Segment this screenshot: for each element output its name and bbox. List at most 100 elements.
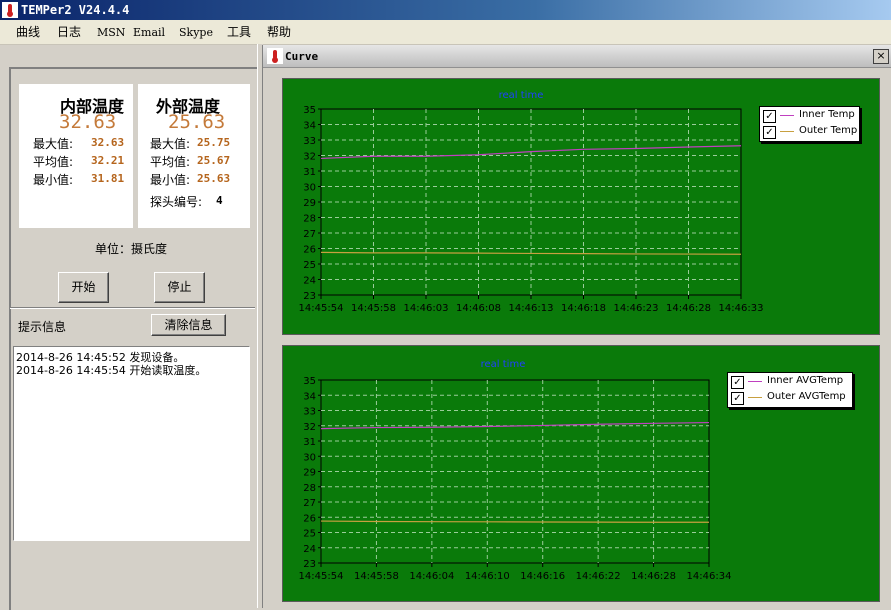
series-line [320,520,709,523]
legend-label: Outer AVGTemp [767,391,846,402]
menu-log[interactable]: 日志 [57,24,81,40]
unit-label: 单位：摄氏度 [95,242,168,256]
menu-help[interactable]: 帮助 [267,24,291,40]
y-tick-label: 34 [303,391,316,402]
curve-app-icon [267,48,283,64]
y-tick-label: 28 [303,214,316,225]
x-tick-label: 14:46:33 [719,303,764,314]
y-tick-label: 32 [303,152,316,163]
y-tick-label: 23 [303,559,316,570]
realtime-legend: ✓ Inner Temp ✓ Outer Temp [759,106,860,142]
y-tick-label: 29 [303,468,316,479]
legend-label: Inner Temp [799,109,855,120]
realtime-chart-panel: real time 23 24 25 26 27 28 29 30 31 32 33 34 35 14:45… [282,78,880,335]
y-tick-label: 31 [303,437,316,448]
y-tick-label: 25 [303,260,316,271]
menu-skype[interactable]: Skype [179,25,213,41]
outer-temp-card: 外部温度 25.63 最大值: 25.75 平均值: 25.67 最小值: 25… [138,84,250,228]
y-tick-label: 28 [303,483,316,494]
y-tick-label: 24 [303,276,316,287]
x-tick-label: 14:46:10 [465,571,510,582]
average-chart-panel: real time 23 24 25 26 27 28 29 30 31 32 33 34 35 14:45… [282,345,880,602]
inner-avg-value: 32.21 [91,154,125,167]
y-tick-label: 27 [303,229,316,240]
y-tick-label: 30 [303,452,316,463]
x-tick-label: 14:46:13 [509,303,554,314]
inner-temp-current: 32.63 [59,111,117,133]
y-tick-label: 23 [303,291,316,302]
curve-window-title: Curve [285,50,319,63]
inner-max-label: 最大值: [33,137,74,151]
checkbox-checked-icon[interactable]: ✓ [731,376,744,389]
x-tick-label: 14:46:22 [576,571,621,582]
y-tick-label: 34 [303,121,316,132]
outer-avg-label: 平均值: [150,155,191,169]
clear-log-button[interactable]: 清除信息 [151,314,226,336]
checkbox-checked-icon[interactable]: ✓ [763,126,776,139]
y-tick-label: 35 [303,376,316,387]
y-tick-label: 27 [303,498,316,509]
legend-swatch [748,397,762,398]
outer-temp-current: 25.63 [168,111,226,133]
inner-max-value: 32.63 [91,136,125,149]
menu-bar: 曲线 日志 MSN Email Skype 工具 帮助 [0,20,891,45]
y-tick-label: 33 [303,407,316,418]
close-button[interactable]: × [873,49,889,64]
chart-title: real time [499,90,544,101]
y-tick-label: 32 [303,422,316,433]
chart-title: real time [481,359,526,370]
outer-max-value: 25.75 [197,136,231,149]
x-tick-label: 14:45:54 [299,571,344,582]
x-tick-label: 14:46:28 [631,571,676,582]
y-tick-label: 30 [303,183,316,194]
x-tick-label: 14:45:58 [351,303,396,314]
checkbox-checked-icon[interactable]: ✓ [731,392,744,405]
legend-swatch [780,131,794,132]
inner-temp-card: 内部温度 32.63 最大值: 32.63 平均值: 32.21 最小值: 31… [19,84,133,228]
outer-min-value: 25.63 [197,172,231,185]
thermometer-icon [2,2,18,18]
y-tick-label: 29 [303,198,316,209]
menu-curve[interactable]: 曲线 [16,24,40,40]
panel-divider [10,307,255,309]
log-box[interactable]: 2014-8-26 14:45:52 发现设备。 2014-8-26 14:45… [13,346,250,541]
y-tick-label: 26 [303,513,316,524]
y-tick-label: 31 [303,167,316,178]
outer-avg-value: 25.67 [197,154,231,167]
y-tick-label: 24 [303,544,316,555]
probe-label: 探头编号: [150,195,203,209]
legend-swatch [748,381,762,382]
x-tick-label: 14:46:28 [666,303,711,314]
average-legend: ✓ Inner AVGTemp ✓ Outer AVGTemp [727,372,853,408]
curve-title-bar: Curve × [263,45,891,68]
stop-button[interactable]: 停止 [154,272,205,303]
x-tick-label: 14:46:04 [409,571,454,582]
curve-window: Curve × real time 23 24 25 26 27 28 29 30 31 32 33 3… [262,45,891,608]
inner-min-label: 最小值: [33,173,74,187]
legend-swatch [780,115,794,116]
x-tick-label: 14:45:58 [354,571,399,582]
legend-label: Inner AVGTemp [767,375,844,386]
log-line: 2014-8-26 14:45:54 开始读取温度。 [16,364,207,377]
outer-min-label: 最小值: [150,173,191,187]
y-tick-label: 25 [303,529,316,540]
x-tick-label: 14:46:18 [561,303,606,314]
probe-value: 4 [216,194,223,207]
checkbox-checked-icon[interactable]: ✓ [763,110,776,123]
legend-label: Outer Temp [799,125,858,136]
x-tick-label: 14:45:54 [299,303,344,314]
title-bar: TEMPer2 V24.4.4 [0,0,891,20]
menu-email[interactable]: Email [133,25,165,41]
x-tick-label: 14:46:34 [687,571,732,582]
inner-avg-label: 平均值: [33,155,74,169]
menu-tools[interactable]: 工具 [227,24,251,40]
menu-msn[interactable]: MSN [97,25,125,41]
x-tick-label: 14:46:23 [614,303,659,314]
y-tick-label: 33 [303,136,316,147]
start-button[interactable]: 开始 [58,272,109,303]
x-tick-label: 14:46:08 [456,303,501,314]
y-tick-label: 35 [303,105,316,116]
x-tick-label: 14:46:16 [520,571,565,582]
hint-label: 提示信息 [18,320,67,334]
inner-min-value: 31.81 [91,172,125,185]
